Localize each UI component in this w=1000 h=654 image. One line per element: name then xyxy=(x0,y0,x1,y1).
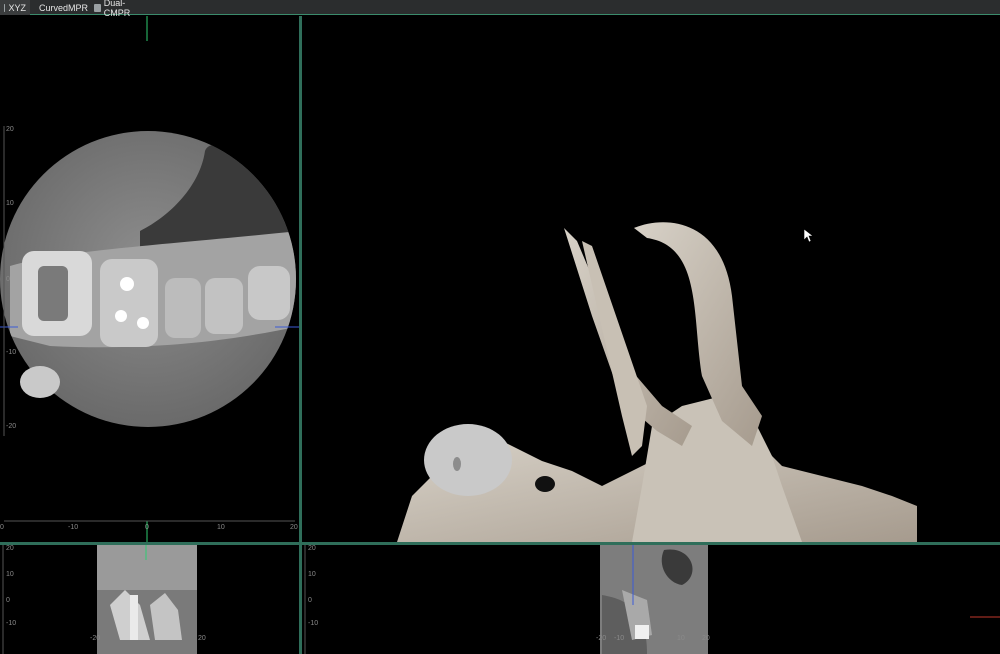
coronal-view[interactable]: 20 10 0 -10 -20 20 xyxy=(0,545,299,654)
axial-y-tick: 20 xyxy=(6,126,14,133)
axial-x-tick: 0 xyxy=(0,524,4,531)
sagittal-slice-image xyxy=(304,545,1000,654)
coronal-y-tick: 20 xyxy=(6,545,14,552)
tab-curved-mpr-label: CurvedMPR xyxy=(39,2,89,13)
coronal-y-tick: 0 xyxy=(6,597,10,604)
axial-y-tick: 10 xyxy=(6,200,14,207)
sagittal-x-tick: 10 xyxy=(677,635,685,642)
axial-x-tick: 20 xyxy=(290,524,298,531)
tab-dual-cmpr-label: Dual-CMPR xyxy=(103,0,131,18)
sagittal-view[interactable]: 20 10 0 -10 -20 -10 10 20 xyxy=(302,545,1000,654)
axial-y-tick: -20 xyxy=(6,423,17,430)
head-orientation-icon xyxy=(424,424,512,496)
axial-x-tick: -10 xyxy=(68,524,79,531)
tab-xyz[interactable]: XYZ xyxy=(0,0,30,15)
sagittal-y-tick: 0 xyxy=(308,597,312,604)
head-orientation-icon xyxy=(20,366,60,398)
tab-curved-mpr[interactable]: CurvedMPR xyxy=(32,0,88,15)
axial-slice-image xyxy=(0,16,299,542)
sagittal-x-tick: 20 xyxy=(702,635,710,642)
volume-rendering-image xyxy=(397,222,917,542)
sagittal-y-tick: 20 xyxy=(308,545,316,552)
grid-icon xyxy=(4,3,6,12)
axial-x-tick: 0 xyxy=(145,524,149,531)
axial-y-tick: 0 xyxy=(6,276,10,283)
axial-x-tick: 10 xyxy=(217,524,225,531)
sagittal-x-tick: -10 xyxy=(614,635,625,642)
sagittal-y-tick: 10 xyxy=(308,571,316,578)
coronal-slice-image xyxy=(2,545,197,654)
tab-dual-cmpr[interactable]: Dual-CMPR xyxy=(90,0,148,18)
coronal-y-tick: 10 xyxy=(6,571,14,578)
coronal-x-tick: 20 xyxy=(198,635,206,642)
view-tab-bar: XYZ CurvedMPR Dual-CMPR xyxy=(0,0,1000,18)
axial-view[interactable]: 20 10 0 -10 -20 0 -10 0 10 20 xyxy=(0,16,299,542)
axial-y-tick: -10 xyxy=(6,349,17,356)
sagittal-x-tick: -20 xyxy=(596,635,607,642)
dual-cmpr-icon xyxy=(94,3,101,12)
coronal-y-tick: -10 xyxy=(6,620,17,627)
mouse-pointer-icon xyxy=(804,229,814,243)
volume-3d-view[interactable] xyxy=(302,16,1000,542)
sagittal-y-tick: -10 xyxy=(308,620,319,627)
coronal-x-tick: -20 xyxy=(90,635,101,642)
tab-xyz-label: XYZ xyxy=(8,2,26,13)
